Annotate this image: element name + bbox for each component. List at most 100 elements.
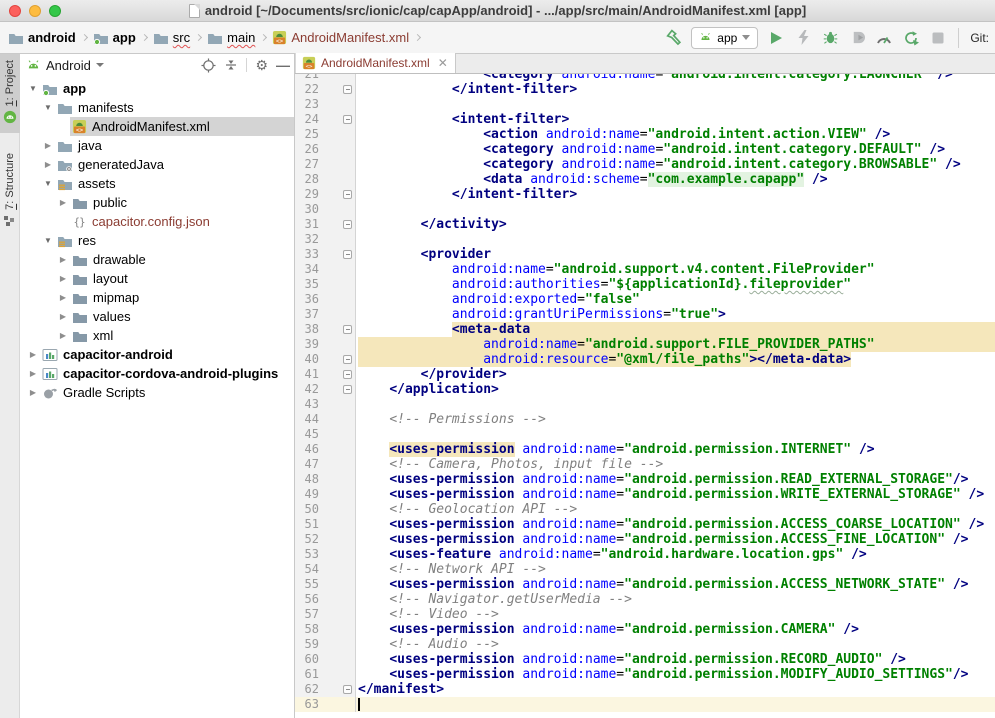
tool-button-project[interactable]: 1: Project bbox=[0, 54, 20, 133]
sync-project-icon[interactable] bbox=[902, 29, 920, 47]
tree-item-xml[interactable]: ▶xml bbox=[20, 326, 294, 345]
code-line-38[interactable]: 38 <meta-data bbox=[295, 322, 995, 337]
code-line-51[interactable]: 51 <uses-permission android:name="androi… bbox=[295, 517, 995, 532]
code-line-26[interactable]: 26 <category android:name="android.inten… bbox=[295, 142, 995, 157]
collapse-all-icon[interactable] bbox=[224, 58, 238, 72]
fold-end-icon[interactable] bbox=[343, 370, 352, 379]
code-line-58[interactable]: 58 <uses-permission android:name="androi… bbox=[295, 622, 995, 637]
code-line-34[interactable]: 34 android:name="android.support.v4.cont… bbox=[295, 262, 995, 277]
tree-right-arrow-icon[interactable]: ▶ bbox=[41, 141, 55, 150]
locate-file-icon[interactable] bbox=[201, 58, 216, 73]
code-line-48[interactable]: 48 <uses-permission android:name="androi… bbox=[295, 472, 995, 487]
hide-panel-icon[interactable]: — bbox=[276, 58, 290, 72]
tree-right-arrow-icon[interactable]: ▶ bbox=[56, 293, 70, 302]
fold-end-icon[interactable] bbox=[343, 190, 352, 199]
tree-down-arrow-icon[interactable]: ▼ bbox=[41, 236, 55, 245]
fold-end-icon[interactable] bbox=[343, 355, 352, 364]
tree-item-capacitor-android[interactable]: ▶capacitor-android bbox=[20, 345, 294, 364]
project-view-select[interactable]: Android bbox=[46, 58, 91, 73]
breadcrumb-item-src[interactable]: src bbox=[153, 30, 190, 45]
fold-start-icon[interactable] bbox=[343, 115, 352, 124]
tree-item-layout[interactable]: ▶layout bbox=[20, 269, 294, 288]
code-line-62[interactable]: 62</manifest> bbox=[295, 682, 995, 697]
tree-right-arrow-icon[interactable]: ▶ bbox=[56, 274, 70, 283]
code-line-59[interactable]: 59 <!-- Audio --> bbox=[295, 637, 995, 652]
fold-start-icon[interactable] bbox=[343, 325, 352, 334]
code-line-55[interactable]: 55 <uses-permission android:name="androi… bbox=[295, 577, 995, 592]
code-line-44[interactable]: 44 <!-- Permissions --> bbox=[295, 412, 995, 427]
tree-item-public[interactable]: ▶public bbox=[20, 193, 294, 212]
tree-item-capacitor-cordova-android-plugins[interactable]: ▶capacitor-cordova-android-plugins bbox=[20, 364, 294, 383]
code-line-36[interactable]: 36 android:exported="false" bbox=[295, 292, 995, 307]
code-line-46[interactable]: 46 <uses-permission android:name="androi… bbox=[295, 442, 995, 457]
tree-right-arrow-icon[interactable]: ▶ bbox=[56, 312, 70, 321]
debug-button[interactable] bbox=[821, 29, 839, 47]
tree-item-drawable[interactable]: ▶drawable bbox=[20, 250, 294, 269]
breadcrumb-item-app[interactable]: app bbox=[93, 30, 136, 45]
tree-right-arrow-icon[interactable]: ▶ bbox=[41, 160, 55, 169]
stop-button[interactable] bbox=[929, 29, 947, 47]
code-line-61[interactable]: 61 <uses-permission android:name="androi… bbox=[295, 667, 995, 682]
attach-debugger-icon[interactable] bbox=[848, 29, 866, 47]
breadcrumb-item-android[interactable]: android bbox=[8, 30, 76, 45]
fold-end-icon[interactable] bbox=[343, 85, 352, 94]
tool-button-structure[interactable]: 7: Structure bbox=[0, 147, 20, 236]
code-line-29[interactable]: 29 </intent-filter> bbox=[295, 187, 995, 202]
tree-item-java[interactable]: ▶java bbox=[20, 136, 294, 155]
breadcrumb-item-androidmanifest-xml[interactable]: <>AndroidManifest.xml bbox=[272, 30, 409, 45]
build-hammer-icon[interactable] bbox=[664, 29, 682, 47]
tree-item-res[interactable]: ▼res bbox=[20, 231, 294, 250]
close-icon[interactable]: ✕ bbox=[438, 57, 448, 69]
code-line-49[interactable]: 49 <uses-permission android:name="androi… bbox=[295, 487, 995, 502]
tree-item-mipmap[interactable]: ▶mipmap bbox=[20, 288, 294, 307]
tree-down-arrow-icon[interactable]: ▼ bbox=[41, 179, 55, 188]
code-line-50[interactable]: 50 <!-- Geolocation API --> bbox=[295, 502, 995, 517]
code-line-54[interactable]: 54 <!-- Network API --> bbox=[295, 562, 995, 577]
code-line-53[interactable]: 53 <uses-feature android:name="android.h… bbox=[295, 547, 995, 562]
tab-androidmanifest[interactable]: <> AndroidManifest.xml ✕ bbox=[295, 53, 456, 73]
tree-right-arrow-icon[interactable]: ▶ bbox=[26, 369, 40, 378]
code-line-41[interactable]: 41 </provider> bbox=[295, 367, 995, 382]
code-line-47[interactable]: 47 <!-- Camera, Photos, input file --> bbox=[295, 457, 995, 472]
breadcrumb-item-main[interactable]: main bbox=[207, 30, 255, 45]
tree-item-androidmanifest-xml[interactable]: <>AndroidManifest.xml bbox=[20, 117, 294, 136]
code-line-63[interactable]: 63 bbox=[295, 697, 995, 712]
code-line-21[interactable]: 21 <category android:name="android.inten… bbox=[295, 74, 995, 82]
code-line-45[interactable]: 45 bbox=[295, 427, 995, 442]
code-line-35[interactable]: 35 android:authorities="${applicationId}… bbox=[295, 277, 995, 292]
code-line-22[interactable]: 22 </intent-filter> bbox=[295, 82, 995, 97]
profile-button[interactable] bbox=[875, 29, 893, 47]
tree-item-capacitor-config-json[interactable]: {}capacitor.config.json bbox=[20, 212, 294, 231]
code-line-37[interactable]: 37 android:grantUriPermissions="true"> bbox=[295, 307, 995, 322]
code-line-31[interactable]: 31 </activity> bbox=[295, 217, 995, 232]
code-editor[interactable]: 21 <category android:name="android.inten… bbox=[295, 74, 995, 718]
gear-icon[interactable]: ⚙ bbox=[255, 58, 268, 72]
fold-start-icon[interactable] bbox=[343, 250, 352, 259]
tree-down-arrow-icon[interactable]: ▼ bbox=[26, 84, 40, 93]
code-line-25[interactable]: 25 <action android:name="android.intent.… bbox=[295, 127, 995, 142]
tree-item-gradle-scripts[interactable]: ▶Gradle Scripts bbox=[20, 383, 294, 402]
tree-item-manifests[interactable]: ▼manifests bbox=[20, 98, 294, 117]
code-line-40[interactable]: 40 android:resource="@xml/file_paths"></… bbox=[295, 352, 995, 367]
code-line-39[interactable]: 39 android:name="android.support.FILE_PR… bbox=[295, 337, 995, 352]
tree-right-arrow-icon[interactable]: ▶ bbox=[56, 331, 70, 340]
tree-item-assets[interactable]: ▼assets bbox=[20, 174, 294, 193]
code-line-60[interactable]: 60 <uses-permission android:name="androi… bbox=[295, 652, 995, 667]
tree-right-arrow-icon[interactable]: ▶ bbox=[56, 255, 70, 264]
code-line-30[interactable]: 30 bbox=[295, 202, 995, 217]
code-line-56[interactable]: 56 <!-- Navigator.getUserMedia --> bbox=[295, 592, 995, 607]
code-line-28[interactable]: 28 <data android:scheme="com.example.cap… bbox=[295, 172, 995, 187]
tree-right-arrow-icon[interactable]: ▶ bbox=[26, 350, 40, 359]
code-line-52[interactable]: 52 <uses-permission android:name="androi… bbox=[295, 532, 995, 547]
tree-down-arrow-icon[interactable]: ▼ bbox=[41, 103, 55, 112]
code-line-27[interactable]: 27 <category android:name="android.inten… bbox=[295, 157, 995, 172]
fold-end-icon[interactable] bbox=[343, 220, 352, 229]
run-button[interactable] bbox=[767, 29, 785, 47]
tree-right-arrow-icon[interactable]: ▶ bbox=[56, 198, 70, 207]
code-line-24[interactable]: 24 <intent-filter> bbox=[295, 112, 995, 127]
code-line-32[interactable]: 32 bbox=[295, 232, 995, 247]
code-line-33[interactable]: 33 <provider bbox=[295, 247, 995, 262]
fold-end-icon[interactable] bbox=[343, 385, 352, 394]
code-line-42[interactable]: 42 </application> bbox=[295, 382, 995, 397]
tree-item-generatedjava[interactable]: ▶generatedJava bbox=[20, 155, 294, 174]
